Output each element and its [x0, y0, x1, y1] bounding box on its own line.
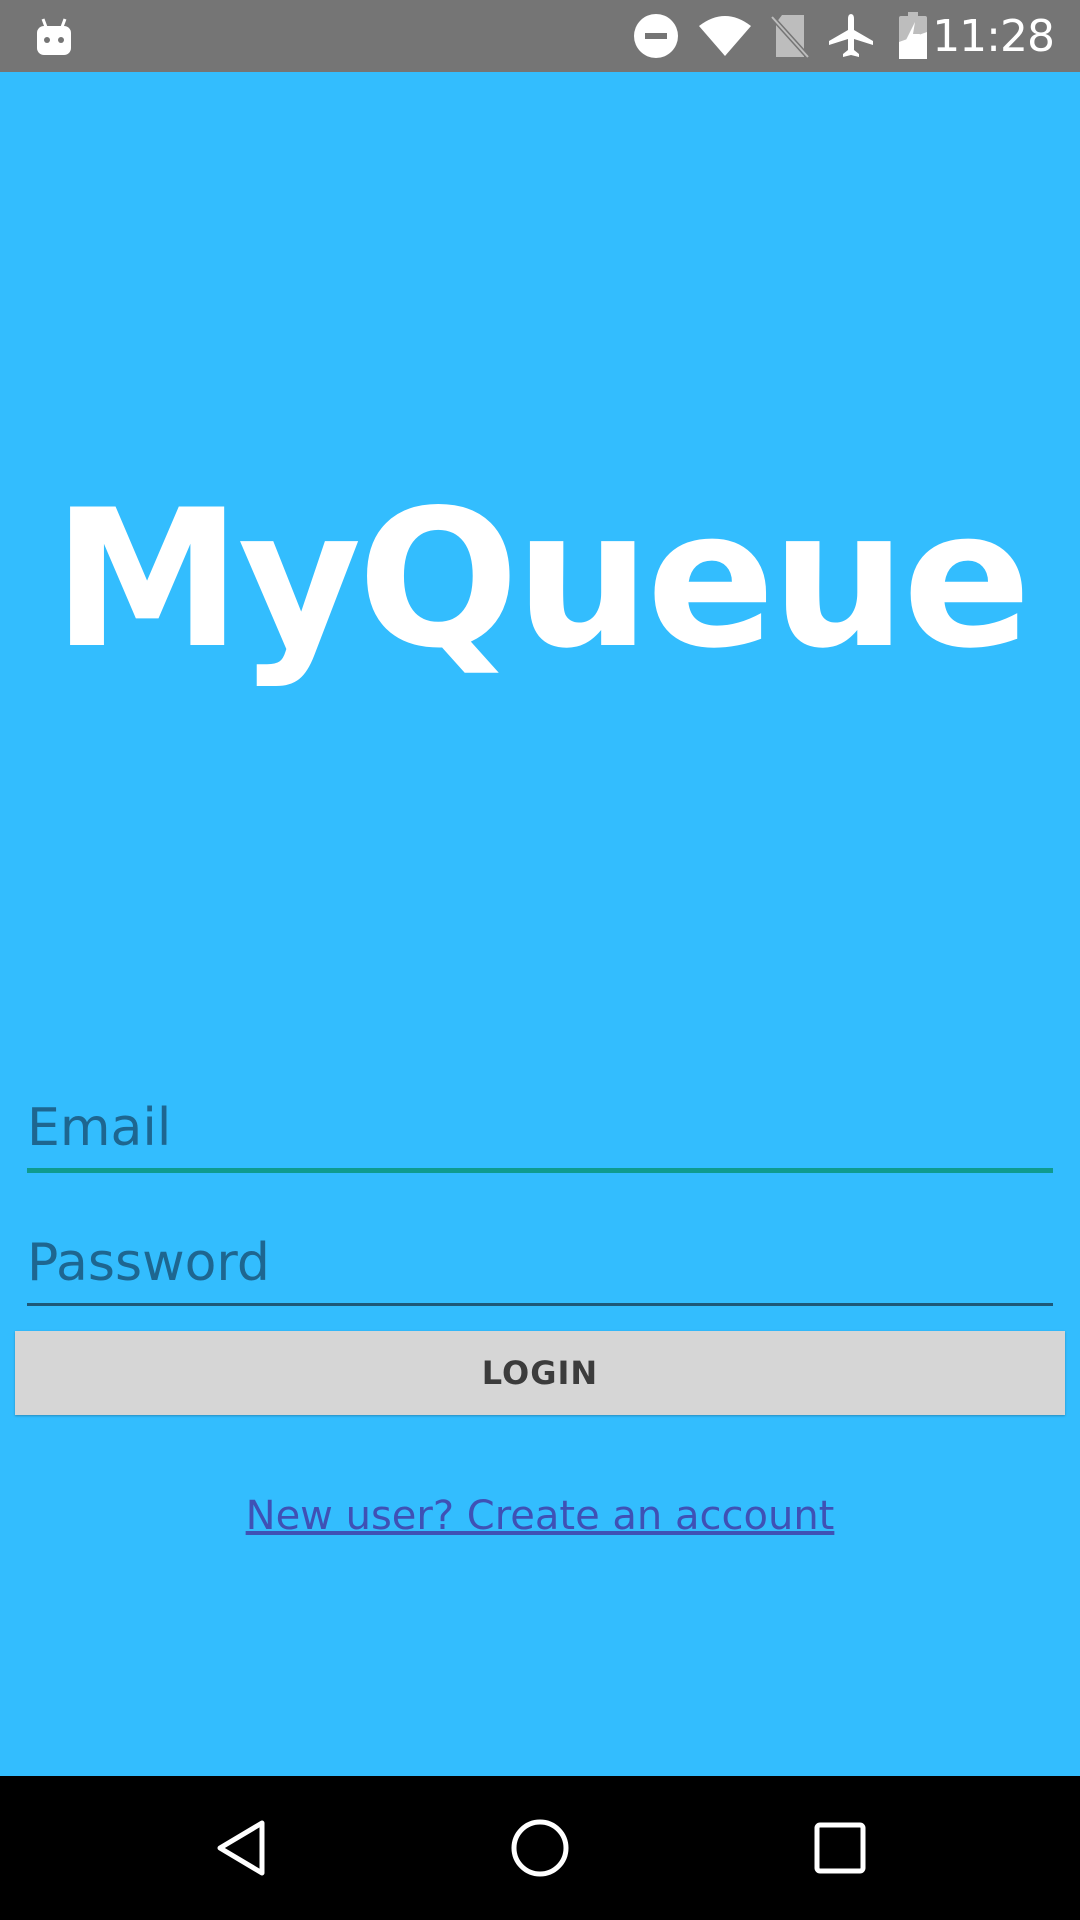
password-input[interactable]: [27, 1223, 1053, 1303]
android-notification-icon: [34, 0, 74, 72]
app-title: MyQueue: [52, 469, 1032, 690]
create-account-link[interactable]: New user? Create an account: [0, 1488, 1080, 1544]
password-underline: [27, 1303, 1053, 1306]
airplane-mode-icon: [826, 0, 876, 72]
password-field[interactable]: [27, 1223, 1053, 1307]
email-input[interactable]: [27, 1088, 1053, 1168]
email-underline: [27, 1168, 1053, 1173]
wifi-icon: [698, 0, 752, 72]
login-button[interactable]: LOGIN: [15, 1331, 1065, 1415]
home-icon[interactable]: [460, 1776, 620, 1920]
recents-icon[interactable]: [760, 1776, 920, 1920]
do-not-disturb-icon: [633, 0, 679, 72]
email-field[interactable]: [27, 1088, 1053, 1174]
back-icon[interactable]: [162, 1776, 322, 1920]
status-clock: 11:28: [932, 11, 1055, 62]
no-sim-icon: [768, 0, 812, 72]
status-bar: 11:28: [0, 0, 1080, 72]
navigation-bar: [0, 1776, 1080, 1920]
battery-charging-icon: [896, 0, 930, 72]
